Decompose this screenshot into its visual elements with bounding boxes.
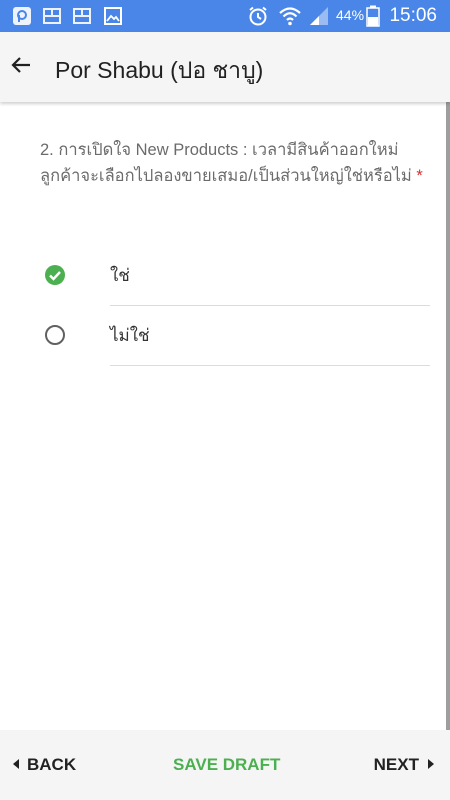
wifi-icon (279, 7, 301, 26)
option-yes[interactable]: ใช่ (0, 246, 446, 306)
app-bar: Por Shabu (ปอ ชาบู) (0, 32, 450, 102)
image-notification-icon (73, 8, 91, 24)
option-label: ใช่ (110, 266, 130, 285)
alarm-icon (249, 6, 267, 26)
clock: 15:06 (389, 5, 437, 26)
battery-percent: 44% (336, 7, 365, 23)
page-title: Por Shabu (ปอ ชาบู) (55, 57, 264, 83)
arrow-left-icon[interactable] (10, 54, 32, 76)
save-draft-button[interactable]: SAVE DRAFT (173, 755, 280, 775)
back-button[interactable]: BACK (13, 755, 76, 775)
question-label: 2. การเปิดใจ New Products : เวลามีสินค้า… (40, 141, 412, 185)
next-button[interactable]: NEXT (374, 755, 434, 775)
option-label: ไม่ใช่ (110, 326, 150, 345)
app-icon (13, 7, 31, 25)
form-content: 2. การเปิดใจ New Products : เวลามีสินค้า… (0, 102, 446, 730)
radio-unchecked-icon[interactable] (44, 324, 66, 346)
scroll-edge (446, 102, 450, 730)
required-marker: * (416, 167, 423, 185)
divider (110, 365, 430, 366)
option-no[interactable]: ไม่ใช่ (0, 306, 446, 366)
image-notification-icon (43, 8, 61, 24)
footer-nav: BACK SAVE DRAFT NEXT (0, 730, 450, 800)
next-label: NEXT (373, 755, 419, 774)
chevron-right-icon (428, 759, 434, 769)
battery-icon (366, 5, 380, 27)
signal-icon (310, 7, 328, 25)
question-text: 2. การเปิดใจ New Products : เวลามีสินค้า… (40, 137, 430, 189)
radio-checked-icon[interactable] (44, 264, 66, 286)
status-bar: 44% 15:06 (0, 0, 450, 32)
gallery-icon (104, 7, 122, 25)
back-label: BACK (27, 755, 77, 774)
chevron-left-icon (13, 759, 19, 769)
save-draft-label: SAVE DRAFT (173, 755, 281, 774)
